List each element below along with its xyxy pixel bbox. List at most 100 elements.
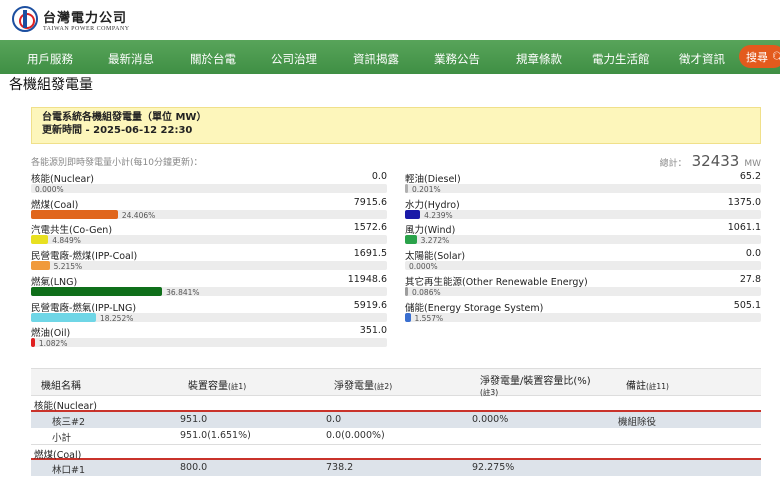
main-nav: 用戶服務 最新消息 關於台電 公司治理 資訊揭露 業務公告 規章條款 電力生活館… [0,40,780,74]
cell-remark: 機組除役 [618,417,657,428]
table-row: 核三#2 951.0 0.0 0.000% 機組除役 [31,412,761,428]
energy-percent: 36.841% [166,287,200,297]
nav-item-regulations[interactable]: 規章條款 [516,51,562,67]
table-row-subtotal: 小計 951.0(1.651%) 0.0(0.000%) [31,428,761,444]
energy-bar-co-gen: 汽電共生(Co-Gen) 1572.6 4.849% [31,222,387,248]
cell-ratio: 0.000% [472,414,509,425]
notice-unit-line: 台電系統各機組發電量（單位 MW） [42,112,207,123]
nav-item-announcements[interactable]: 業務公告 [434,51,480,67]
energy-bar-energy-storage-system: 儲能(Energy Storage System) 505.1 1.557% [405,300,761,326]
energy-label: 太陽能(Solar) [405,251,466,263]
energy-label: 燃氣(LNG) [31,276,78,288]
energy-label: 核能(Nuclear) [31,174,94,185]
col-header-ratio-label: 淨發電量/裝置容量比(%) [480,376,591,387]
energy-bar-track [31,184,387,193]
energy-value: 1375.0 [727,196,761,208]
energy-bar-wind: 風力(Wind) 1061.1 3.272% [405,222,761,248]
energy-value: 351.0 [359,325,387,337]
table-group-coal: 燃煤(Coal) [31,444,761,461]
col-header-remark-note: (註11) [646,382,669,391]
energy-percent: 1.557% [414,313,444,323]
nav-item-power-life[interactable]: 電力生活館 [592,51,650,67]
col-header-remark[interactable]: 備註(註11) [626,377,669,392]
energy-bar-diesel: 輕油(Diesel) 65.2 0.201% [405,171,761,197]
col-header-remark-label: 備註 [626,381,646,392]
energy-bar-fill [31,338,35,348]
cell-unit: 核三#2 [52,417,86,428]
energy-bar-track [31,209,387,219]
taipower-logo-icon [12,6,38,32]
energy-value: 7915.6 [353,196,387,208]
energy-percent: 5.215% [53,262,83,272]
energy-percent: 0.000% [409,262,438,272]
unit-generation-table: 機組名稱 裝置容量(註1) 淨發電量(註2) 淨發電量/裝置容量比(%) (註3)… [31,368,761,476]
col-header-unit-name[interactable]: 機組名稱 [41,377,81,392]
update-notice: 台電系統各機組發電量（單位 MW） 更新時間 - 2025-06-12 22:3… [31,107,761,144]
energy-bar-track [31,338,387,348]
col-header-net[interactable]: 淨發電量(註2) [334,377,392,392]
energy-bar-track [405,209,761,219]
energy-bar-fill [31,235,49,245]
brand-name-en: TAIWAN POWER COMPANY [43,25,130,32]
energy-percent: 0.201% [412,185,441,194]
energy-label: 民營電廠-燃煤(IPP-Coal) [31,251,138,263]
cell-net: 0.0 [326,414,342,425]
energy-percent: 0.000% [35,185,64,194]
energy-bar-track [405,184,761,193]
energy-label: 汽電共生(Co-Gen) [31,225,113,237]
col-header-net-note: (註2) [374,382,393,391]
energy-bar-oil: 燃油(Oil) 351.0 1.082% [31,325,387,351]
cell-unit: 林口#1 [52,465,86,476]
energy-value: 65.2 [739,171,761,182]
col-header-ratio[interactable]: 淨發電量/裝置容量比(%) (註3) [480,372,591,398]
notice-update-time: 更新時間 - 2025-06-12 22:30 [42,125,193,136]
energy-value: 1691.5 [353,248,387,260]
energy-bar-track [31,235,387,245]
energy-label: 民營電廠-燃氣(IPP-LNG) [31,302,137,314]
energy-bar-fill [405,209,421,219]
energy-percent: 1.082% [38,339,68,349]
table-header: 機組名稱 裝置容量(註1) 淨發電量(註2) 淨發電量/裝置容量比(%) (註3)… [31,368,761,398]
energy-bar-solar: 太陽能(Solar) 0.0 0.000% [405,248,761,274]
cell-capacity: 800.0 [180,462,208,473]
energy-bar-track [31,312,387,322]
energy-value: 11948.6 [347,273,387,285]
group-label: 核能(Nuclear) [34,401,97,412]
energy-percent: 4.849% [52,236,81,246]
energy-value: 1572.6 [353,222,387,234]
energy-bar-fill [405,184,408,193]
col-header-capacity-note: (註1) [228,382,247,391]
energy-percent: 4.239% [424,210,453,220]
energy-value: 505.1 [733,299,761,311]
energy-bar-track [31,286,387,296]
energy-percent: 0.086% [412,287,441,297]
cell-unit: 小計 [52,433,72,444]
nav-item-customer-service[interactable]: 用戶服務 [27,51,73,67]
energy-bar-fill [31,261,50,271]
col-header-capacity[interactable]: 裝置容量(註1) [188,377,246,392]
nav-item-careers[interactable]: 徵才資訊 [679,51,725,67]
energy-bar-coal: 燃煤(Coal) 7915.6 24.406% [31,197,387,223]
taipower-logo[interactable]: 台灣電力公司 TAIWAN POWER COMPANY [12,6,130,32]
energy-label: 風力(Wind) [405,225,456,237]
search-button[interactable]: 搜尋 🔍︎ [739,45,780,68]
energy-label: 水力(Hydro) [405,199,460,211]
energy-bar-fill [405,312,411,322]
nav-item-governance[interactable]: 公司治理 [271,51,317,67]
search-icon: 🔍︎ [771,51,780,64]
energy-value: 0.0 [371,171,387,182]
page-title: 各機組發電量 [9,77,93,93]
energy-bar-hydro: 水力(Hydro) 1375.0 4.239% [405,197,761,223]
energy-bar-track [405,261,761,271]
energy-percent: 18.252% [99,313,134,323]
energy-bar-nuclear: 核能(Nuclear) 0.0 0.000% [31,171,387,197]
nav-item-news[interactable]: 最新消息 [108,51,154,67]
energy-label: 儲能(Energy Storage System) [405,302,544,314]
energy-bar-other-renewable-energy: 其它再生能源(Other Renewable Energy) 27.8 0.086% [405,274,761,300]
nav-item-disclosure[interactable]: 資訊揭露 [353,51,399,67]
energy-bar-fill [31,286,163,296]
total-generation: 總計： 32433 MW [660,152,761,170]
energy-bar-track [405,312,761,322]
brand-name-cn: 台灣電力公司 [43,10,128,26]
nav-item-about[interactable]: 關於台電 [190,51,236,67]
